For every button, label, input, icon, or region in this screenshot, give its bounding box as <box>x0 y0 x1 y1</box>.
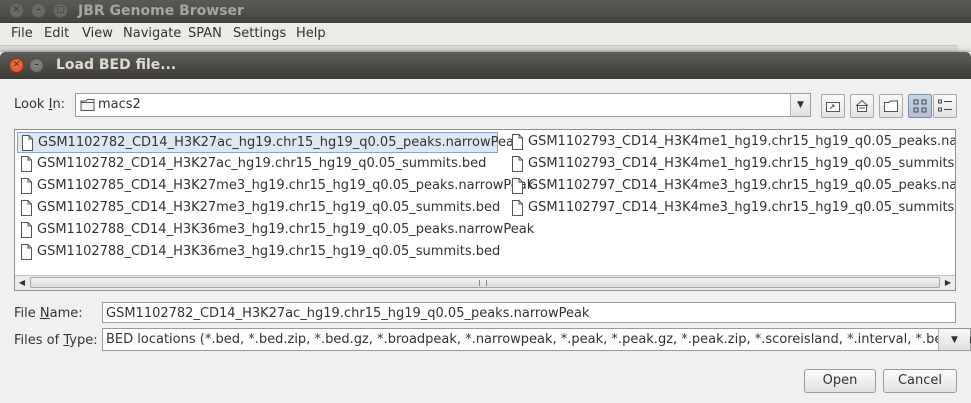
menu-edit[interactable]: Edit <box>44 26 69 41</box>
file-type-combobox[interactable]: BED locations (*.bed, *.bed.zip, *.bed.g… <box>102 328 971 351</box>
file-name-label: File Name: <box>14 306 83 321</box>
file-list[interactable]: GSM1102782_CD14_H3K27ac_hg19.chr15_hg19_… <box>14 129 956 291</box>
scroll-left-icon[interactable]: ◀ <box>15 276 29 289</box>
list-item[interactable]: GSM1102788_CD14_H3K36me3_hg19.chr15_hg19… <box>17 220 534 242</box>
folder-icon <box>80 98 96 116</box>
file-name-value: GSM1102782_CD14_H3K27ac_hg19.chr15_hg19_… <box>106 306 590 321</box>
list-item[interactable]: GSM1102785_CD14_H3K27me3_hg19.chr15_hg19… <box>17 198 507 219</box>
dialog-title: Load BED file... <box>56 57 177 73</box>
open-button[interactable]: Open <box>804 369 876 393</box>
file-name: GSM1102788_CD14_H3K36me3_hg19.chr15_hg19… <box>37 222 535 237</box>
file-icon <box>511 200 524 220</box>
dialog-titlebar: ✕ – Load BED file... <box>0 52 971 79</box>
list-item[interactable]: GSM1102793_CD14_H3K4me1_hg19.chr15_hg19_… <box>508 154 956 176</box>
list-item[interactable]: GSM1102788_CD14_H3K36me3_hg19.chr15_hg19… <box>17 242 507 263</box>
file-name: GSM1102797_CD14_H3K4me3_hg19.chr15_hg19_… <box>528 200 956 215</box>
scroll-right-icon[interactable]: ▶ <box>941 276 955 289</box>
menu-file[interactable]: File <box>11 26 33 41</box>
load-bed-dialog: ✕ – Load BED file... Look In: macs2 ▼ GS… <box>0 52 971 403</box>
cancel-button[interactable]: Cancel <box>883 369 957 393</box>
look-in-combobox[interactable]: macs2 ▼ <box>75 93 811 117</box>
home-button[interactable] <box>850 94 874 118</box>
file-icon <box>20 222 33 242</box>
file-icon <box>20 244 33 264</box>
look-in-dropdown-arrow[interactable]: ▼ <box>790 94 810 116</box>
file-icon <box>21 135 34 155</box>
scrollbar-thumb[interactable] <box>30 277 940 288</box>
horizontal-scrollbar[interactable]: ◀ ▶ <box>15 275 955 290</box>
file-type-value: BED locations (*.bed, *.bed.zip, *.bed.g… <box>106 332 971 347</box>
file-name: GSM1102797_CD14_H3K4me3_hg19.chr15_hg19_… <box>528 178 956 193</box>
menu-span[interactable]: SPAN <box>188 26 222 41</box>
file-name: GSM1102785_CD14_H3K27me3_hg19.chr15_hg19… <box>37 200 501 215</box>
list-item[interactable]: GSM1102785_CD14_H3K27me3_hg19.chr15_hg19… <box>17 176 534 198</box>
details-view-button[interactable] <box>933 94 957 118</box>
main-close-icon[interactable]: ✕ <box>9 3 24 18</box>
main-window-title: JBR Genome Browser <box>78 3 244 19</box>
menu-bar: File Edit View Navigate SPAN Settings He… <box>0 23 971 46</box>
file-name: GSM1102782_CD14_H3K27ac_hg19.chr15_hg19_… <box>38 135 522 150</box>
main-minimize-icon[interactable]: – <box>31 3 46 18</box>
list-item[interactable]: GSM1102793_CD14_H3K4me1_hg19.chr15_hg19_… <box>508 132 956 154</box>
menu-navigate[interactable]: Navigate <box>123 26 181 41</box>
file-item-selected[interactable]: GSM1102782_CD14_H3K27ac_hg19.chr15_hg19_… <box>17 132 521 155</box>
file-type-label: Files of Type: <box>14 333 98 348</box>
file-icon <box>511 134 524 154</box>
main-maximize-icon[interactable]: □ <box>53 3 68 18</box>
menu-settings[interactable]: Settings <box>233 26 286 41</box>
menu-view[interactable]: View <box>82 26 113 41</box>
file-icon <box>20 156 33 176</box>
file-icon <box>511 156 524 176</box>
file-type-dropdown-arrow[interactable]: ▼ <box>938 329 970 350</box>
main-window-titlebar: ✕ – □ JBR Genome Browser <box>0 0 971 23</box>
list-item[interactable]: GSM1102797_CD14_H3K4me3_hg19.chr15_hg19_… <box>508 198 956 220</box>
file-name: GSM1102785_CD14_H3K27me3_hg19.chr15_hg19… <box>37 178 535 193</box>
dialog-minimize-icon[interactable]: – <box>29 58 44 73</box>
look-in-label: Look In: <box>14 97 66 112</box>
menu-help[interactable]: Help <box>296 26 326 41</box>
list-item[interactable]: GSM1102797_CD14_H3K4me3_hg19.chr15_hg19_… <box>508 176 956 198</box>
file-name: GSM1102793_CD14_H3K4me1_hg19.chr15_hg19_… <box>528 156 956 171</box>
list-item[interactable]: GSM1102782_CD14_H3K27ac_hg19.chr15_hg19_… <box>17 154 507 175</box>
dialog-close-icon[interactable]: ✕ <box>9 58 24 73</box>
new-folder-button[interactable] <box>879 94 903 118</box>
file-name: GSM1102788_CD14_H3K36me3_hg19.chr15_hg19… <box>37 244 501 259</box>
list-view-button[interactable] <box>908 94 932 118</box>
file-icon <box>20 178 33 198</box>
file-icon <box>511 178 524 198</box>
look-in-value: macs2 <box>98 97 141 112</box>
file-name: GSM1102793_CD14_H3K4me1_hg19.chr15_hg19_… <box>528 134 956 149</box>
file-name: GSM1102782_CD14_H3K27ac_hg19.chr15_hg19_… <box>37 156 487 171</box>
up-folder-button[interactable] <box>821 94 845 118</box>
file-name-field[interactable]: GSM1102782_CD14_H3K27ac_hg19.chr15_hg19_… <box>102 302 956 323</box>
file-icon <box>20 200 33 220</box>
